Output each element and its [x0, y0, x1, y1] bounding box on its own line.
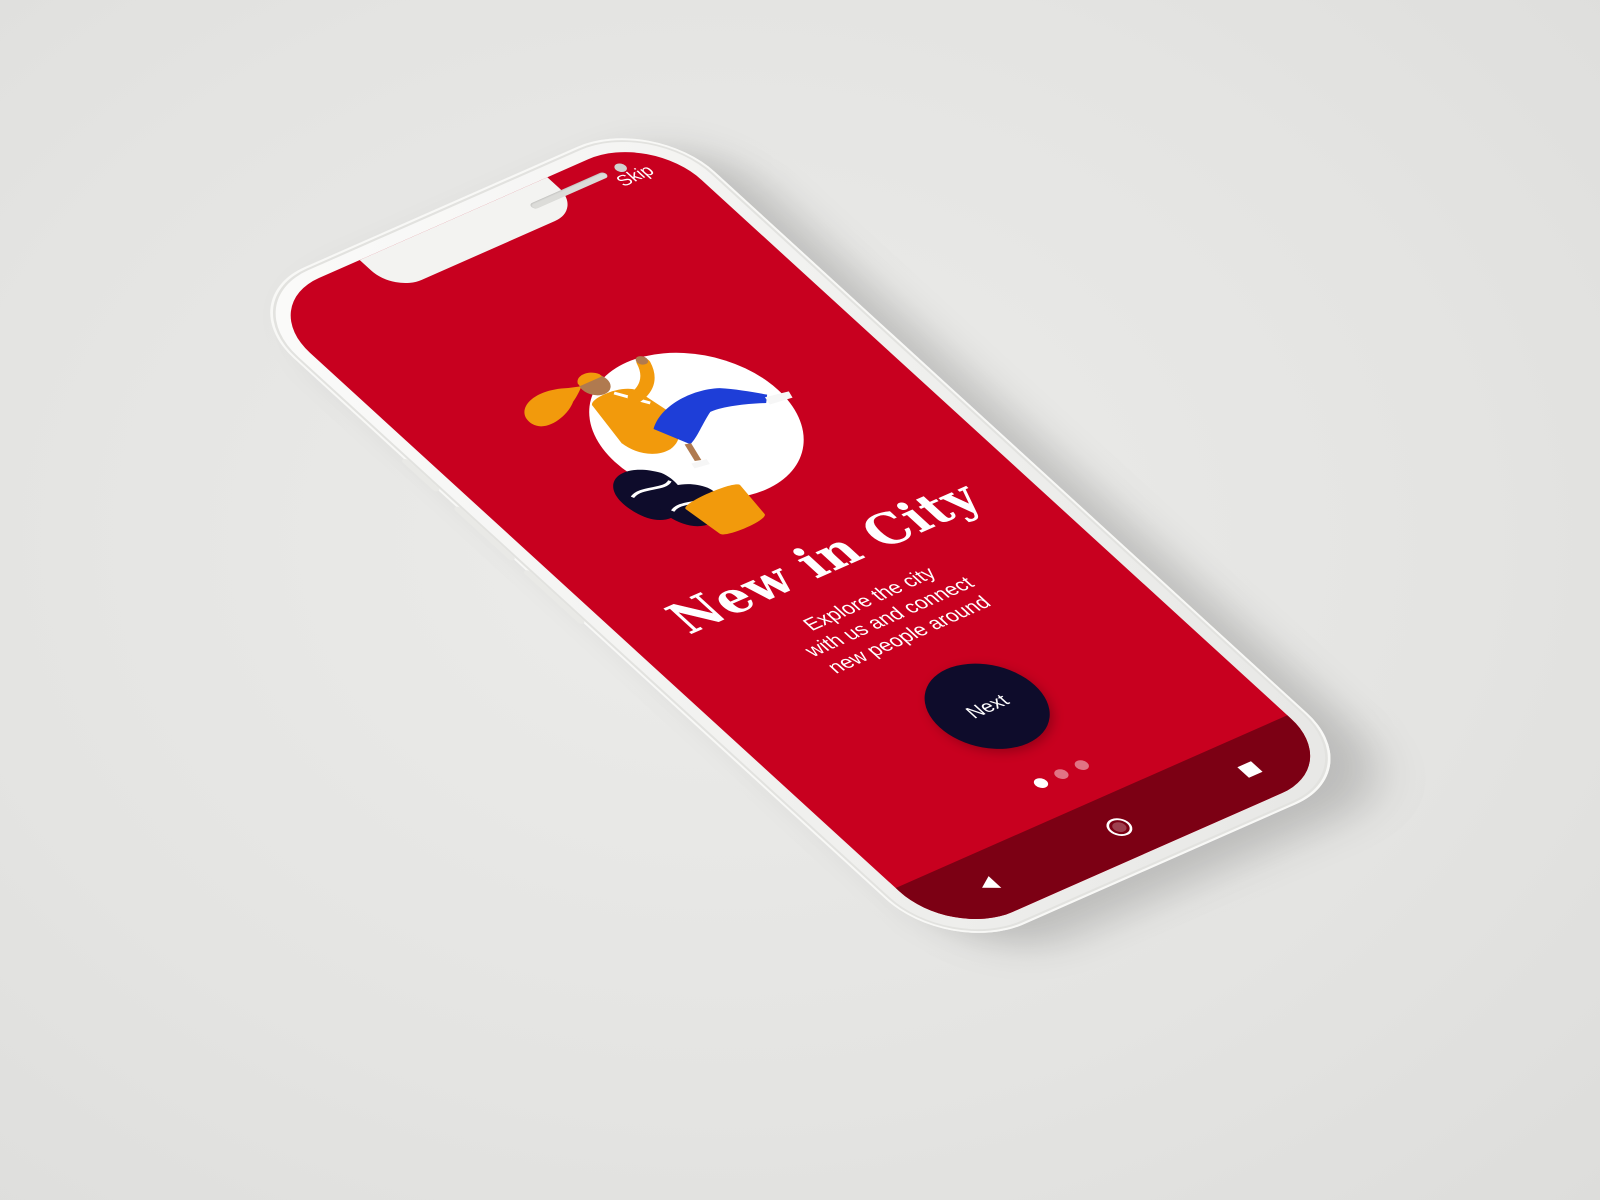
recents-button[interactable]	[1212, 745, 1288, 795]
back-triangle-icon	[982, 876, 1002, 888]
page-dot-active[interactable]	[1030, 776, 1052, 790]
page-dot[interactable]	[1051, 767, 1072, 781]
phone-screen: Skip New in City Explore the city with u…	[257, 132, 1344, 939]
recents-square-icon	[1237, 761, 1263, 778]
scene-background: Skip New in City Explore the city with u…	[0, 0, 1600, 1200]
back-button[interactable]	[951, 860, 1027, 910]
phone-notch	[358, 161, 630, 292]
home-circle-icon	[1106, 818, 1133, 836]
next-button[interactable]: Next	[898, 648, 1076, 765]
phone-mockup: Skip New in City Explore the city with u…	[230, 114, 1415, 970]
page-dot[interactable]	[1071, 758, 1092, 772]
home-button[interactable]	[1082, 802, 1158, 852]
speaker-grille	[528, 171, 610, 210]
